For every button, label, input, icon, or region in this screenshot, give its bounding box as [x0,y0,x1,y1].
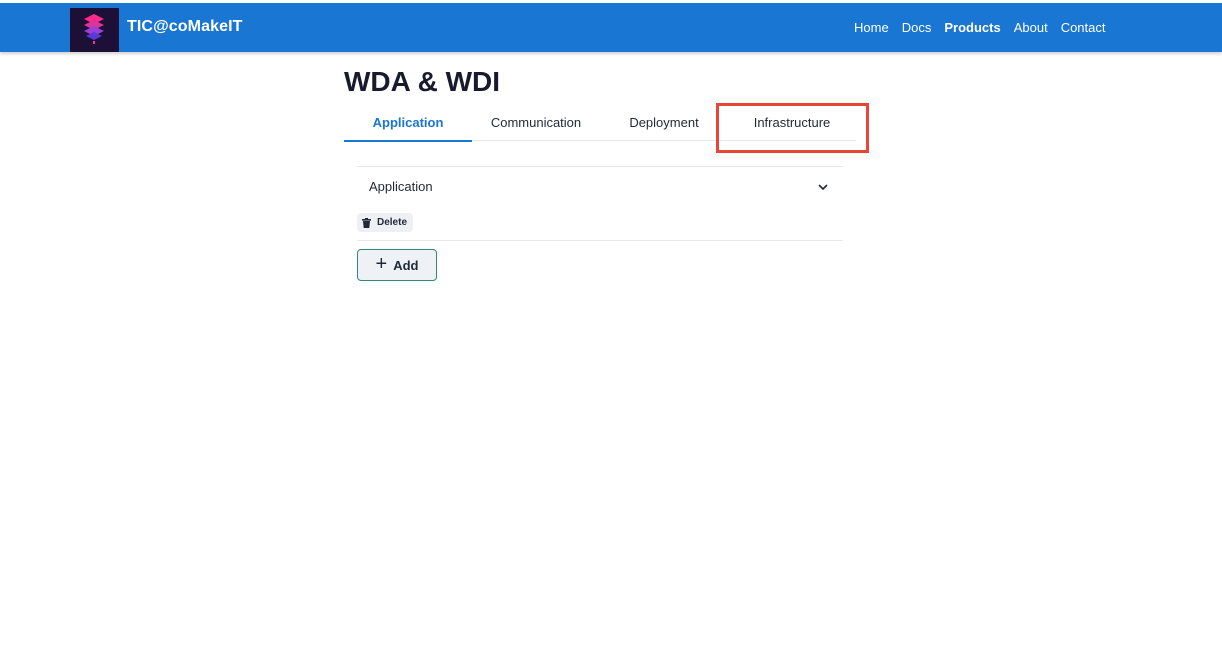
tab-infrastructure[interactable]: Infrastructure [728,107,856,141]
page-title: WDA & WDI [344,66,501,97]
accordion-header[interactable]: Application [357,167,843,205]
navbar: TIC@coMakeIT Home Docs Products About Co… [0,3,1222,52]
nav-docs[interactable]: Docs [895,20,938,35]
trash-icon [362,217,371,228]
nav-products[interactable]: Products [938,20,1007,35]
add-label: Add [393,257,419,273]
main-nav: Home Docs Products About Contact [848,20,1112,35]
logo[interactable] [70,8,119,52]
delete-label: Delete [377,217,408,228]
nav-home[interactable]: Home [848,20,896,35]
tab-deployment[interactable]: Deployment [600,107,728,141]
chevron-down-icon [818,184,828,190]
application-accordion: Application Delete [357,166,843,241]
layers-logo-icon [70,8,119,52]
add-button[interactable]: + Add [357,249,437,281]
accordion-title: Application [369,179,433,194]
tab-application[interactable]: Application [344,107,472,142]
nav-about[interactable]: About [1007,20,1054,35]
nav-contact[interactable]: Contact [1054,20,1112,35]
tab-communication[interactable]: Communication [472,107,600,141]
tab-bar: Application Communication Deployment Inf… [344,107,856,142]
plus-icon: + [375,253,388,275]
delete-button[interactable]: Delete [357,213,414,232]
brand-name[interactable]: TIC@coMakeIT [127,18,243,36]
